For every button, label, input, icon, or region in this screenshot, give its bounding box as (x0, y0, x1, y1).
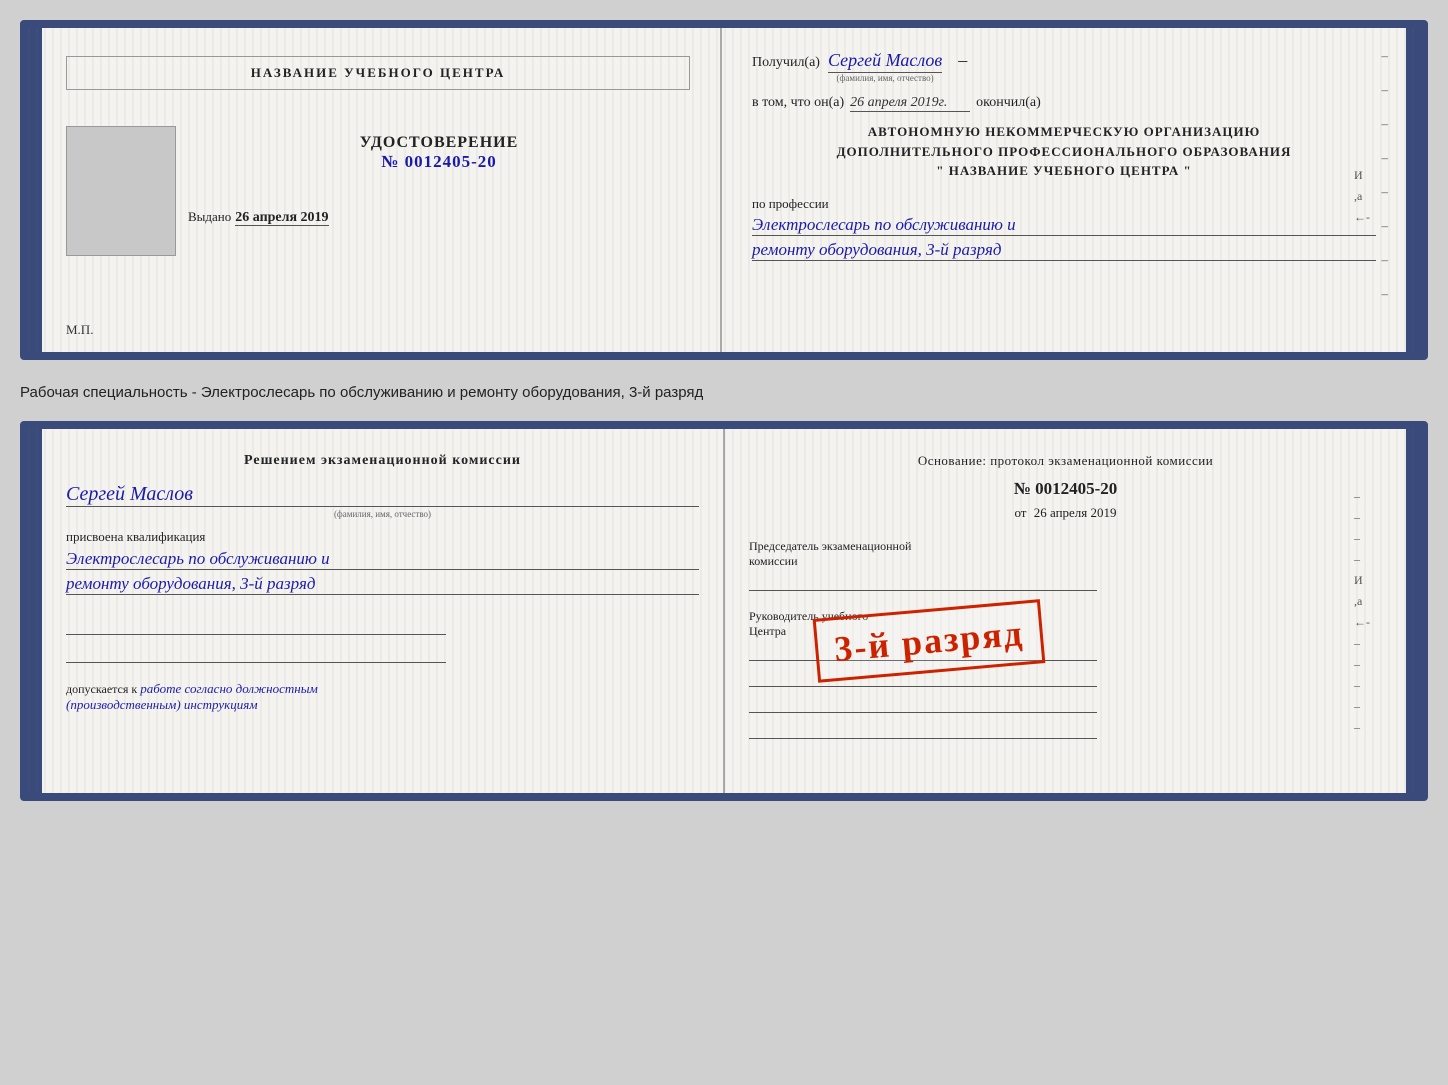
vydano-label: Выдано (188, 209, 231, 224)
prof-line1-top: Электрослесарь по обслуживанию и (752, 215, 1376, 236)
poluchil-label: Получил(а) (752, 55, 820, 71)
predsedatel-label: Председатель экзаменационной комиссии (749, 539, 1382, 569)
right-sig-lines-2 (749, 643, 1382, 739)
ot-date: 26 апреля 2019 (1034, 505, 1117, 520)
sig-line-2 (66, 645, 446, 663)
right-spine-strip (1406, 28, 1420, 352)
signature-lines (66, 617, 699, 663)
prisvoyena-label: присвоена квалификация (66, 529, 699, 545)
vtom-date: 26 апреля 2019г. (850, 95, 970, 112)
side-letters: И ,а ←- (1354, 168, 1370, 225)
sig-line-1 (66, 617, 446, 635)
bottom-right-side-dashes: – – – – И ,а ←- – – – – – (1354, 489, 1370, 735)
osnovanie-number: № 0012405-20 (749, 479, 1382, 499)
dopuskaetsya-block: допускается к работе согласно должностны… (66, 681, 699, 713)
recipient-name: Сергей Маслов (828, 50, 942, 73)
bottom-prof-line1: Электрослесарь по обслуживанию и (66, 549, 699, 570)
bottom-document: Решением экзаменационной комиссии Сергей… (20, 421, 1428, 801)
cert-number: № 0012405-20 (188, 152, 690, 172)
photo-placeholder (66, 126, 176, 256)
resheniyem-title: Решением экзаменационной комиссии (66, 453, 699, 469)
udostoverenie-label: УДОСТОВЕРЕНИЕ (188, 134, 690, 152)
vydano-date: 26 апреля 2019 (235, 210, 328, 226)
vtom-row: в том, что он(а) 26 апреля 2019г. окончи… (752, 95, 1376, 112)
rukovoditel-label: Руководитель учебного Центра (749, 609, 1382, 639)
po-professii-label: по профессии (752, 196, 829, 211)
dopuskaetsya-label: допускается к (66, 682, 137, 696)
prof-line2-top: ремонту оборудования, 3-й разряд (752, 240, 1376, 261)
mp-label: М.П. (66, 322, 93, 338)
bottom-left-spine (28, 429, 42, 793)
right-sig-line-2 (749, 643, 1097, 661)
right-dashes: – – – – – – – – (1382, 48, 1389, 302)
poluchil-row: Получил(а) Сергей Маслов (фамилия, имя, … (752, 50, 1376, 83)
okonchil-label: окончил(а) (976, 95, 1041, 111)
subtitle-section: Рабочая специальность - Электрослесарь п… (20, 378, 1428, 403)
ot-label: от (1014, 505, 1026, 520)
org-block: АВТОНОМНУЮ НЕКОММЕРЧЕСКУЮ ОРГАНИЗАЦИЮ ДО… (752, 122, 1376, 181)
right-sig-line-1 (749, 573, 1097, 591)
training-center-title: НАЗВАНИЕ УЧЕБНОГО ЦЕНТРА (66, 56, 690, 90)
right-sig-line-5 (749, 721, 1097, 739)
right-sig-lines-1 (749, 573, 1382, 591)
osnovanie-date-row: от 26 апреля 2019 (749, 505, 1382, 521)
top-doc-right: Получил(а) Сергей Маслов (фамилия, имя, … (722, 28, 1406, 352)
po-professii-block: по профессии Электрослесарь по обслужива… (752, 195, 1376, 261)
bottom-fio-sub: (фамилия, имя, отчество) (66, 509, 699, 519)
left-spine-strip (28, 28, 42, 352)
left-inner-row: УДОСТОВЕРЕНИЕ № 0012405-20 Выдано 26 апр… (66, 108, 690, 256)
vydano-block: Выдано 26 апреля 2019 (188, 208, 690, 226)
right-sig-line-4 (749, 695, 1097, 713)
osnovanie-label: Основание: протокол экзаменационной коми… (749, 453, 1382, 469)
bottom-doc-right: Основание: протокол экзаменационной коми… (725, 429, 1406, 793)
bottom-name: Сергей Маслов (66, 483, 699, 507)
fio-sub-top: (фамилия, имя, отчество) (828, 73, 942, 83)
vtom-label: в том, что он(а) (752, 95, 844, 111)
right-sig-line-3 (749, 669, 1097, 687)
top-document: НАЗВАНИЕ УЧЕБНОГО ЦЕНТРА УДОСТОВЕРЕНИЕ №… (20, 20, 1428, 360)
bottom-right-spine (1406, 429, 1420, 793)
page-wrapper: НАЗВАНИЕ УЧЕБНОГО ЦЕНТРА УДОСТОВЕРЕНИЕ №… (20, 20, 1428, 801)
bottom-doc-left: Решением экзаменационной комиссии Сергей… (42, 429, 725, 793)
bottom-prof-line2: ремонту оборудования, 3-й разряд (66, 574, 699, 595)
top-doc-left: НАЗВАНИЕ УЧЕБНОГО ЦЕНТРА УДОСТОВЕРЕНИЕ №… (42, 28, 722, 352)
udostoverenie-block: УДОСТОВЕРЕНИЕ № 0012405-20 (188, 134, 690, 172)
